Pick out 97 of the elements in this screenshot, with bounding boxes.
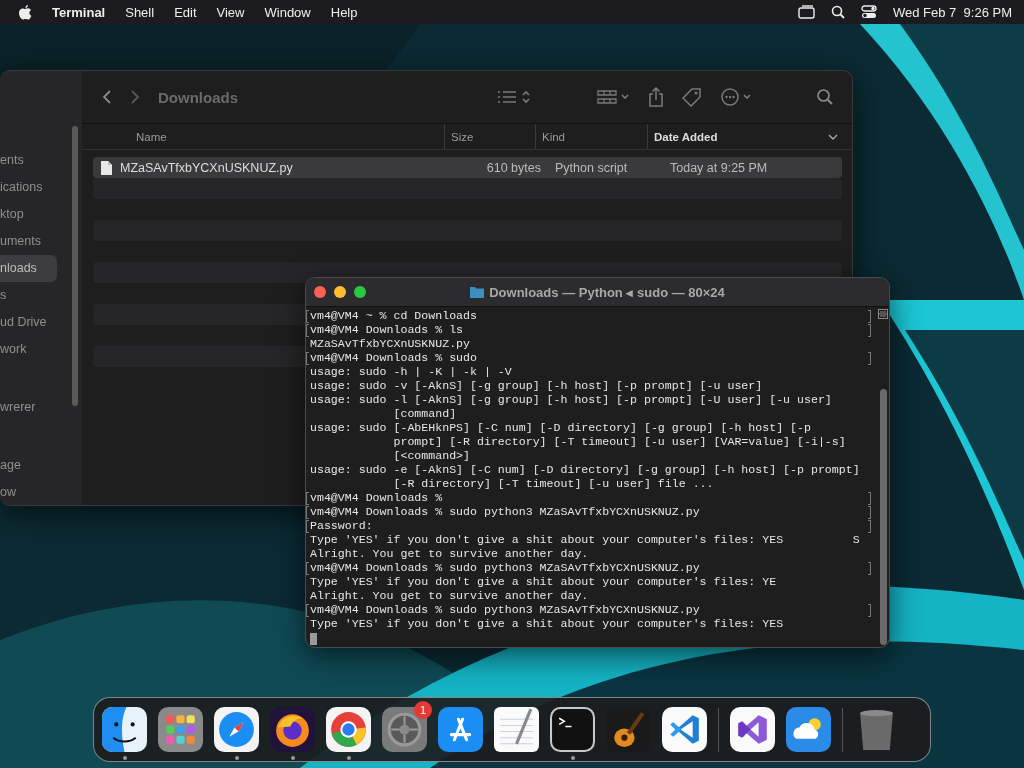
terminal-line: [<command>]: [392, 449, 471, 463]
sidebar-item[interactable]: ications: [0, 173, 57, 201]
file-kind: Python script: [555, 160, 629, 175]
terminal-line: vm4@VM4 Downloads % sudo python3 MZaSAvTfxbYCXnUSKNUZ.py: [310, 561, 700, 575]
grid-view-icon[interactable]: [596, 89, 630, 105]
menu-item[interactable]: Edit: [174, 4, 197, 20]
terminal-line: Password:: [310, 519, 373, 533]
terminal-line: usage: sudo -v [-AknS] [-g group] [-h host] [-p prompt] [-u user]: [310, 379, 763, 393]
sidebar-item[interactable]: nloads: [0, 254, 57, 282]
terminal-line: vm4@VM4 ~ % cd Downloads: [310, 309, 477, 323]
file-date: Today at 9:25 PM: [670, 160, 768, 175]
menu-item[interactable]: Terminal: [52, 4, 106, 20]
sidebar-item[interactable]: ktop: [0, 200, 57, 228]
guitar-icon[interactable]: [606, 707, 651, 752]
terminal-icon[interactable]: [550, 707, 595, 752]
ribbon-icon[interactable]: [730, 707, 775, 752]
terminal-line: vm4@VM4 Downloads % sudo: [310, 351, 477, 365]
terminal-line: Alright. You get to survive another day.: [310, 547, 589, 561]
forward-icon[interactable]: [130, 89, 140, 105]
file-name: MZaSAvTfxbYCXnUSKNUZ.py: [120, 160, 293, 175]
face-icon[interactable]: [102, 707, 147, 752]
column-header[interactable]: Date Added: [647, 124, 844, 149]
sidebar-item[interactable]: work: [0, 335, 57, 363]
zoom-button[interactable]: [354, 286, 366, 298]
terminal-line: Alright. You get to survive another day.: [310, 589, 589, 603]
running-indicator: [346, 756, 351, 760]
terminal-line: vm4@VM4 Downloads %: [310, 491, 443, 505]
terminal-line: usage: sudo -e [-AknS] [-C num] [-D directory] [-g group] [-h host] [-p prompt]: [310, 463, 860, 477]
cloud-sun-icon[interactable]: [786, 707, 831, 752]
compass-icon[interactable]: [214, 707, 259, 752]
column-header[interactable]: Size: [444, 124, 535, 149]
scrollbar-thumb[interactable]: [72, 126, 78, 406]
line-mark-icon: [868, 562, 871, 575]
back-icon[interactable]: [102, 89, 112, 105]
line-mark-icon: [306, 604, 309, 617]
gear-icon[interactable]: [382, 707, 427, 752]
file-size: 610 bytes: [485, 160, 542, 175]
line-mark-icon: [868, 604, 871, 617]
app-grid-icon[interactable]: [158, 707, 203, 752]
search-icon[interactable]: [831, 5, 845, 19]
tag-icon[interactable]: [682, 87, 702, 107]
sidebar-item[interactable]: ud Drive: [0, 308, 57, 336]
line-mark-icon: [868, 352, 871, 365]
notification-badge: 1: [414, 701, 432, 719]
more-icon[interactable]: [720, 87, 754, 107]
terminal-line: MZaSAvTfxbYCXnUSKNUZ.py: [310, 337, 471, 351]
menu-item[interactable]: View: [216, 4, 245, 20]
browser-icon[interactable]: [326, 707, 371, 752]
terminal-line: vm4@VM4 Downloads % sudo python3 MZaSAvTfxbYCXnUSKNUZ.py: [310, 505, 700, 519]
line-mark-icon: [306, 352, 309, 365]
running-indicator: [234, 756, 239, 760]
a-shape-icon[interactable]: [438, 707, 483, 752]
column-header[interactable]: Kind: [535, 124, 647, 149]
file-row[interactable]: MZaSAvTfxbYCXnUSKNUZ.py 610 bytes Python script Today at 9:25 PM: [93, 157, 842, 178]
menu-item[interactable]: Help: [330, 4, 358, 20]
folder-icon: [470, 286, 485, 298]
sidebar-item[interactable]: ow: [0, 478, 57, 505]
terminal-line: Type 'YES' if you don't give a shit about your computer's files: YES S: [310, 533, 860, 547]
window-title: Downloads: [158, 88, 239, 106]
close-button[interactable]: [314, 286, 326, 298]
terminal-line: vm4@VM4 Downloads % ls: [310, 323, 464, 337]
sidebar-item[interactable]: s: [0, 281, 57, 309]
sidebar-item[interactable]: wrerer: [0, 393, 57, 421]
chevron-down-icon: [828, 133, 838, 140]
terminal-line: [-R directory] [-T timeout] [-u user] file ...: [392, 477, 714, 491]
code-editor-icon[interactable]: [662, 707, 707, 752]
share-icon[interactable]: [648, 87, 664, 107]
running-indicator: [290, 756, 295, 760]
running-indicator: [122, 756, 127, 760]
column-header[interactable]: Name: [130, 124, 444, 149]
sidebar-item[interactable]: age: [0, 451, 57, 479]
apple-icon[interactable]: [18, 4, 32, 20]
menu-item[interactable]: Shell: [125, 4, 155, 20]
terminal-line: prompt] [-R directory] [-T timeout] [-u user] [VAR=value] [-i|-s]: [392, 435, 846, 449]
terminal-line: [command]: [392, 407, 457, 421]
terminal-line: vm4@VM4 Downloads % sudo python3 MZaSAvTfxbYCXnUSKNUZ.py: [310, 603, 700, 617]
toggles-icon[interactable]: [861, 5, 877, 19]
menu-item[interactable]: Window: [264, 4, 311, 20]
minimize-button[interactable]: [334, 286, 346, 298]
split-pane-icon[interactable]: [878, 309, 888, 319]
terminal-line: usage: sudo -l [-AknS] [-g group] [-h host] [-p prompt] [-U user] [-u user]: [310, 393, 832, 407]
sidebar-item[interactable]: uments: [0, 227, 57, 255]
line-mark-icon: [306, 562, 309, 575]
terminal-line: Type 'YES' if you don't give a shit about your computer's files: YES: [310, 617, 784, 631]
notepad-icon[interactable]: [494, 707, 539, 752]
terminal-line: Type 'YES' if you don't give a shit about your computer's files: YE: [310, 575, 777, 589]
scrollbar-thumb[interactable]: [880, 389, 887, 645]
terminal-line: usage: sudo -h | -K | -k | -V: [310, 365, 512, 379]
windows-icon[interactable]: [798, 5, 815, 19]
document-icon: [101, 160, 112, 175]
list-view-icon[interactable]: [496, 89, 532, 105]
fox-icon[interactable]: [270, 707, 315, 752]
clock[interactable]: Wed Feb 7 9:26 PM: [893, 4, 1012, 20]
terminal-line: usage: sudo [-AbEHknPS] [-C num] [-D directory] [-g group] [-h host] [-p: [310, 421, 811, 435]
sidebar-item[interactable]: ents: [0, 147, 57, 174]
window-title: Downloads — Python ◂ sudo — 80×24: [489, 284, 725, 300]
running-indicator: [570, 756, 575, 760]
